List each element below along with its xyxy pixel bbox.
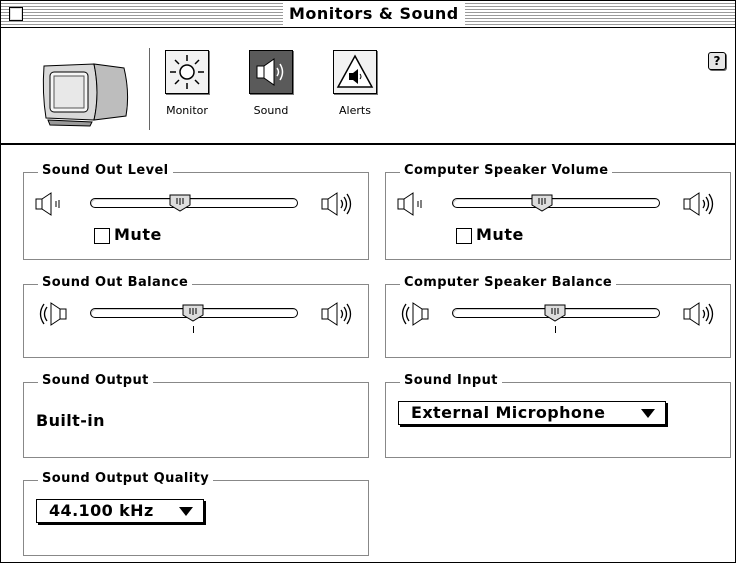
speaker-low-icon: [397, 192, 422, 216]
tool-alerts-label: Alerts: [339, 104, 371, 117]
tool-monitor-label: Monitor: [166, 104, 208, 117]
window-title: Monitors & Sound: [283, 3, 465, 25]
popup-arrow-icon: [641, 409, 655, 418]
tool-sound[interactable]: Sound: [243, 50, 299, 117]
sound-output-quality-selected: 44.100 kHz: [49, 501, 154, 520]
sound-out-level-slider-thumb[interactable]: [169, 194, 191, 212]
speaker-low-icon: [35, 192, 60, 216]
toolbar-divider: [149, 48, 150, 130]
sound-out-level-title: Sound Out Level: [38, 163, 173, 178]
sound-input-popup[interactable]: External Microphone: [398, 401, 666, 425]
computer-speaker-volume-title: Computer Speaker Volume: [400, 163, 613, 178]
tool-monitor[interactable]: Monitor: [159, 50, 215, 117]
sound-output-quality-title: Sound Output Quality: [38, 471, 214, 486]
speaker-right-icon: [683, 302, 714, 326]
tool-alerts[interactable]: Alerts: [327, 50, 383, 117]
tool-sound-label: Sound: [253, 104, 289, 117]
speaker-right-icon: [321, 302, 352, 326]
sound-output-title: Sound Output: [38, 373, 153, 388]
speaker-high-icon: [683, 192, 714, 216]
center-tick: [193, 326, 194, 333]
group-computer-speaker-volume: Computer Speaker Volume Mute: [385, 163, 731, 260]
sound-out-balance-slider-thumb[interactable]: [182, 304, 204, 322]
group-sound-output-quality: Sound Output Quality 44.100 kHz: [23, 471, 369, 556]
computer-speaker-mute-label[interactable]: Mute: [476, 225, 524, 244]
alert-triangle-icon[interactable]: [333, 50, 377, 94]
title-bar[interactable]: Monitors & Sound: [1, 1, 735, 28]
computer-speaker-balance-slider-thumb[interactable]: [544, 304, 566, 322]
sound-output-value: Built-in: [36, 411, 105, 430]
group-sound-input: Sound Input External Microphone: [385, 373, 731, 458]
computer-speaker-mute-checkbox[interactable]: [456, 228, 472, 244]
sound-input-selected: External Microphone: [411, 403, 606, 422]
group-computer-speaker-balance: Computer Speaker Balance: [385, 275, 731, 358]
popup-arrow-icon: [179, 507, 193, 516]
group-sound-out-balance: Sound Out Balance: [23, 275, 369, 358]
monitor-icon: [42, 63, 129, 127]
sound-out-balance-title: Sound Out Balance: [38, 275, 193, 290]
panel-toolbar: Monitor Sound Alerts ?: [1, 28, 735, 145]
help-icon[interactable]: ?: [708, 52, 726, 70]
sound-out-mute-label[interactable]: Mute: [114, 225, 162, 244]
close-box[interactable]: [9, 7, 23, 21]
speaker-icon[interactable]: [249, 50, 293, 94]
group-sound-out-level: Sound Out Level Mute: [23, 163, 369, 260]
speaker-high-icon: [321, 192, 352, 216]
sound-out-level-slider-track[interactable]: [90, 198, 298, 208]
computer-speaker-volume-slider-thumb[interactable]: [531, 194, 553, 212]
monitors-sound-window: Monitors & Sound Monitor Sound Alerts ? …: [0, 0, 736, 563]
sun-icon[interactable]: [165, 50, 209, 94]
center-tick: [555, 326, 556, 333]
computer-speaker-balance-title: Computer Speaker Balance: [400, 275, 617, 290]
group-sound-output: Sound Output Built-in: [23, 373, 369, 458]
sound-input-title: Sound Input: [400, 373, 502, 388]
sound-out-mute-checkbox[interactable]: [94, 228, 110, 244]
speaker-left-icon: [39, 302, 67, 326]
sound-output-quality-popup[interactable]: 44.100 kHz: [36, 499, 204, 523]
computer-speaker-volume-slider-track[interactable]: [452, 198, 660, 208]
speaker-left-icon: [401, 302, 429, 326]
